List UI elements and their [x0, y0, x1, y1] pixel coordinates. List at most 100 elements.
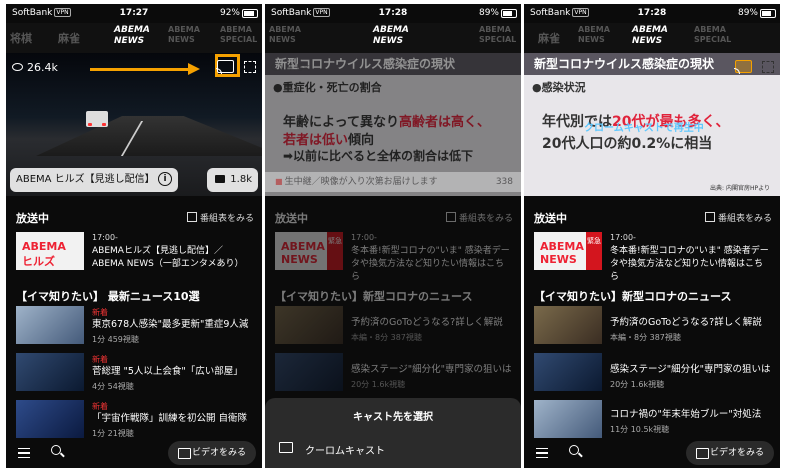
channel-tab-mahjong[interactable]: 麻雀	[58, 30, 80, 46]
schedule-link[interactable]: 番組表をみる	[445, 211, 513, 224]
status-bar: SoftBank VPN 17:28 89%	[265, 4, 521, 22]
channel-tab-shogi[interactable]: 将棋	[10, 30, 32, 46]
phone-screen-3: SoftBank VPN 17:28 89% 麻雀 ABEMA NEWS ABEM…	[524, 4, 780, 468]
search-icon[interactable]	[569, 445, 579, 455]
live-title[interactable]: ABEMAヒルズ【見逃し配信】／ABEMA NEWS（一部エンタメあり）	[92, 245, 252, 271]
battery-icon	[501, 9, 517, 18]
calendar-icon	[704, 212, 715, 222]
channel-tab-abema-news[interactable]: ABEMA NEWS	[114, 25, 152, 47]
calendar-icon	[445, 212, 456, 222]
news-thumbnail[interactable]	[16, 400, 84, 438]
comment-count: 338	[495, 177, 513, 187]
battery-percent: 89%	[737, 8, 758, 18]
channel-tab-abema-special[interactable]: ABEMA SPECIAL	[694, 25, 738, 45]
comment-icon	[215, 175, 225, 183]
channel-tab-mahjong[interactable]: 麻雀	[538, 30, 560, 46]
section-title: 放送中	[16, 212, 49, 225]
cast-icon[interactable]	[216, 60, 234, 74]
live-time: 17:00-	[610, 233, 636, 242]
news-thumbnail[interactable]	[16, 353, 84, 391]
list-title: 【イマ知りたい】 最新ニュース10選	[16, 290, 200, 303]
channel-tab-abema-news[interactable]: ABEMA NEWS	[269, 25, 307, 45]
news-thumbnail[interactable]	[534, 400, 602, 438]
sheet-title: キャスト先を選択	[353, 412, 433, 423]
phone-screen-2: SoftBank VPN 17:28 89% ABEMA NEWS ABEMA N…	[265, 4, 521, 468]
news-thumbnail[interactable]	[16, 306, 84, 344]
news-item-meta: 4分 54視聴	[92, 382, 134, 391]
comment-button[interactable]: 1.8k	[207, 168, 258, 192]
cast-icon[interactable]	[734, 60, 752, 74]
eye-icon	[271, 63, 282, 71]
news-item-title[interactable]: 感染ステージ"細分化"専門家の狙いは	[351, 363, 512, 376]
news-thumbnail[interactable]	[275, 353, 343, 391]
news-item-title[interactable]: 感染ステージ"細分化"専門家の狙いは	[610, 363, 771, 376]
news-item-meta: 11分 10.5k視聴	[610, 425, 670, 434]
schedule-link[interactable]: 番組表をみる	[186, 211, 254, 224]
news-item-meta: 本編・8分 387視聴	[351, 333, 422, 342]
list-title: 【イマ知りたい】新型コロナのニュース	[275, 290, 473, 303]
live-time: 17:00-	[351, 233, 377, 242]
ticker-bar: ■ 生中継／映像が入り次第お届けします 338	[265, 172, 521, 192]
news-item-title[interactable]: 菅総理 "5人以上会食"「広い部屋」	[92, 365, 243, 378]
highlight-arrow	[90, 63, 200, 75]
news-item-meta: 20分 1.6k視聴	[351, 380, 406, 389]
status-bar: SoftBank VPN 17:28 89%	[524, 4, 780, 22]
menu-icon[interactable]	[536, 448, 548, 458]
channel-tab-abema-news-2[interactable]: ABEMA NEWS	[168, 25, 206, 45]
channel-tab-abema-news[interactable]: ABEMA NEWS	[578, 25, 616, 45]
live-thumbnail[interactable]: ABEMA NEWS 緊急	[534, 232, 602, 270]
news-item-meta: 20分 1.6k視聴	[610, 380, 665, 389]
fullscreen-icon[interactable]	[762, 61, 774, 73]
battery-percent: 89%	[478, 8, 499, 18]
news-thumbnail[interactable]	[534, 353, 602, 391]
news-item-title[interactable]: 予約済のGoToどうなる?詳しく解説	[610, 316, 762, 329]
status-bar: SoftBank VPN 17:27 92%	[6, 4, 262, 22]
eye-icon	[12, 63, 23, 71]
cast-option-chromecast[interactable]: クーロムキャスト	[305, 442, 385, 457]
info-icon[interactable]: i	[158, 172, 172, 186]
phone-screen-1: SoftBank VPN 17:27 92% 将棋 麻雀 ABEMA NEWS A…	[6, 4, 262, 468]
channel-tab-abema-special[interactable]: ABEMA SPECIAL	[479, 25, 521, 45]
watch-video-button[interactable]: ビデオをみる	[168, 441, 256, 465]
watch-video-button[interactable]: ビデオをみる	[686, 441, 774, 465]
view-count: 26.4k	[12, 61, 58, 74]
video-icon	[178, 448, 191, 459]
news-item-title[interactable]: コロナ禍の"年末年始ブルー"対処法	[610, 408, 761, 421]
battery-percent: 92%	[219, 8, 240, 18]
news-item-meta: 本編・8分 387視聴	[610, 333, 681, 342]
news-item-meta: 1分 459視聴	[92, 335, 139, 344]
cast-target-sheet: キャスト先を選択 クーロムキャスト	[265, 398, 521, 468]
channel-tabs: ABEMA NEWS ABEMA NEWS ABEMA SPECIAL	[265, 23, 521, 53]
news-item-title[interactable]: 予約済のGoToどうなる?詳しく解説	[351, 316, 503, 329]
news-thumbnail[interactable]	[534, 306, 602, 344]
section-title: 放送中	[534, 212, 567, 225]
live-thumbnail[interactable]: ABEMA ヒルズ	[16, 232, 84, 270]
channel-tab-abema-news-2[interactable]: ABEMA NEWS	[632, 25, 670, 47]
video-icon	[696, 448, 709, 459]
live-thumbnail[interactable]: ABEMA NEWS 緊急	[275, 232, 343, 270]
list-title: 【イマ知りたい】新型コロナのニュース	[534, 290, 732, 303]
live-title[interactable]: 冬本番!新型コロナの"いま" 感染者データや換気方法など知りたい情報はこちら	[610, 245, 770, 284]
news-thumbnail[interactable]	[275, 306, 343, 344]
battery-icon	[242, 9, 258, 18]
bottom-bar: ビデオをみる	[6, 438, 262, 468]
search-icon[interactable]	[51, 445, 61, 455]
news-item-title[interactable]: 「宇宙作戦隊」訓練を初公開 自衛隊	[92, 412, 247, 425]
cast-icon	[279, 442, 293, 453]
section-title: 放送中	[275, 212, 308, 225]
channel-tabs: 将棋 麻雀 ABEMA NEWS ABEMA NEWS ABEMA SPECIA…	[6, 23, 262, 53]
program-info-bar[interactable]: ABEMA ヒルズ【見逃し配信】 i	[10, 168, 178, 192]
channel-tab-abema-special[interactable]: ABEMA SPECIAL	[220, 25, 262, 45]
battery-icon	[760, 9, 776, 18]
live-time: 17:00-	[92, 233, 118, 242]
news-item-title[interactable]: 東京678人感染"最多更新"重症9人減	[92, 318, 248, 331]
schedule-link[interactable]: 番組表をみる	[704, 211, 772, 224]
bottom-bar: ビデオをみる	[524, 438, 780, 468]
fullscreen-icon[interactable]	[244, 61, 256, 73]
live-title[interactable]: 冬本番!新型コロナの"いま" 感染者データや換気方法など知りたい情報はこちら	[351, 245, 511, 284]
view-count: 4.8k	[271, 61, 310, 74]
calendar-icon	[186, 212, 197, 222]
channel-tab-abema-news-2[interactable]: ABEMA NEWS	[373, 25, 411, 47]
menu-icon[interactable]	[18, 448, 30, 458]
channel-tabs: 麻雀 ABEMA NEWS ABEMA NEWS ABEMA SPECIAL	[524, 23, 780, 53]
